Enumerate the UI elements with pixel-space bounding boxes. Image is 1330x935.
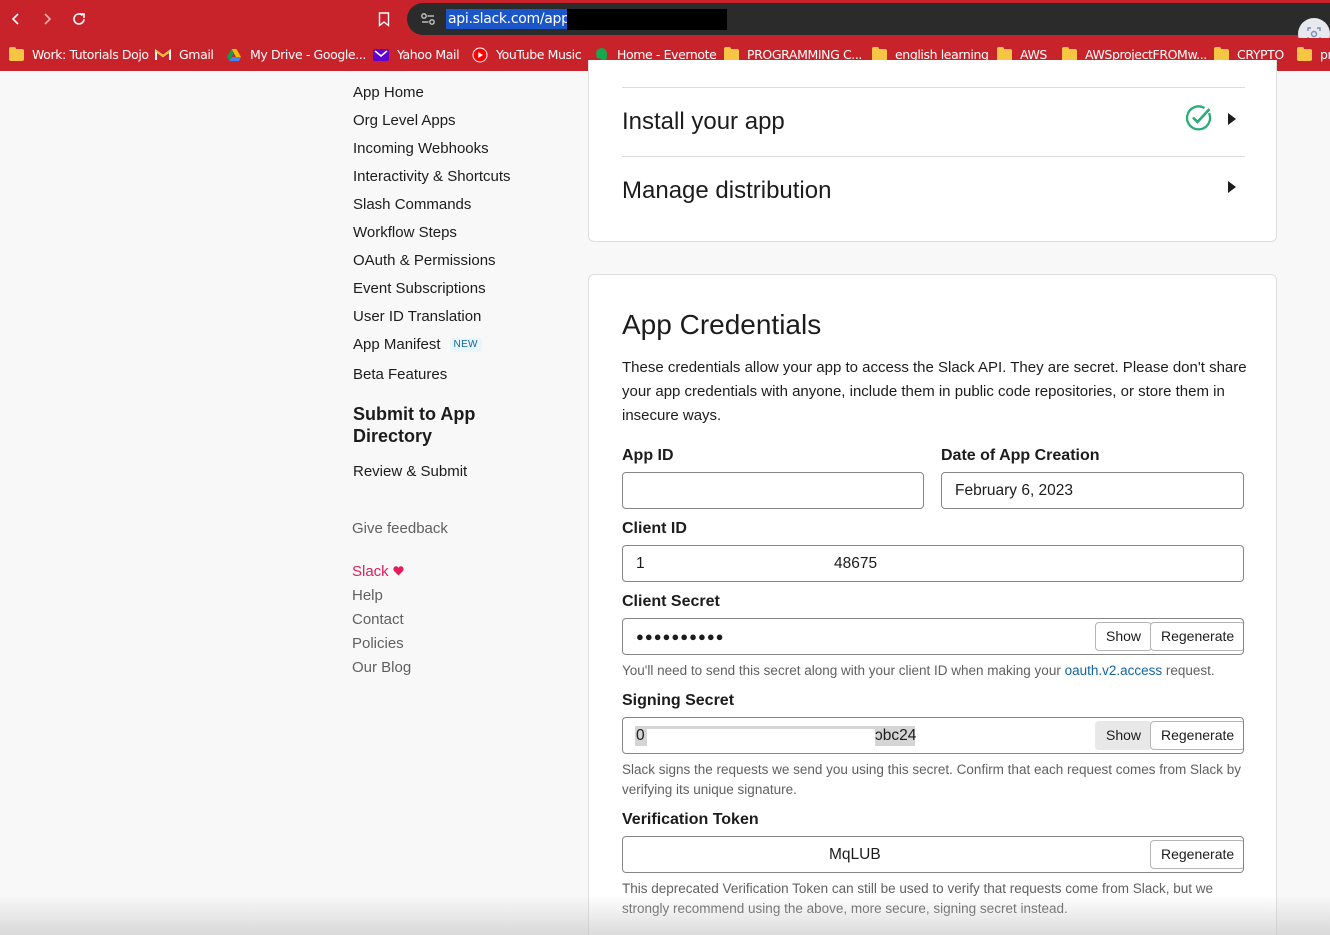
bookmark-item[interactable]: YouTube Music xyxy=(472,38,582,71)
submit-directory-heading: Submit to App Directory xyxy=(353,404,476,446)
sidebar-item-app-manifest[interactable]: App Manifest NEW xyxy=(353,336,482,354)
signing-secret-label: Signing Secret xyxy=(622,692,735,709)
verification-token-regenerate-button[interactable]: Regenerate xyxy=(1150,840,1243,869)
url-text[interactable]: api.slack.com/apps/ xyxy=(446,9,584,29)
app-credentials-description: These credentials allow your app to acce… xyxy=(622,359,1247,424)
new-badge: NEW xyxy=(449,338,482,352)
signing-secret-show-button[interactable]: Show xyxy=(1095,721,1153,750)
manage-distribution-title: Manage distribution xyxy=(622,177,832,204)
sidebar-item-label: App Manifest xyxy=(353,336,441,353)
bookmark-label: Work: Tutorials Dojo xyxy=(32,47,149,62)
date-created-field[interactable]: February 6, 2023 xyxy=(941,472,1244,509)
client-secret-regenerate-button[interactable]: Regenerate xyxy=(1150,622,1243,651)
verification-token-hint: This deprecated Verification Token can s… xyxy=(622,881,1214,916)
address-bar[interactable]: api.slack.com/apps/ xyxy=(407,3,1330,35)
caret-right-icon xyxy=(1228,113,1236,125)
give-feedback-link[interactable]: Give feedback xyxy=(352,520,448,538)
sidebar-item-oauth-permissions[interactable]: OAuth & Permissions xyxy=(353,252,496,270)
bookmark-item[interactable]: Gmail xyxy=(155,38,214,71)
slack-link-label: Slack xyxy=(352,563,389,580)
url-redaction xyxy=(567,9,727,30)
client-id-end: 48675 xyxy=(834,555,878,572)
heart-icon xyxy=(393,563,404,580)
hint-text: request. xyxy=(1162,663,1215,678)
bookmark-icon[interactable] xyxy=(374,9,394,29)
signing-secret-hint: Slack signs the requests we send you usi… xyxy=(622,762,1242,797)
bookmark-item[interactable]: Yahoo Mail xyxy=(373,38,460,71)
bookmark-label: My Drive - Google... xyxy=(250,47,366,62)
caret-right-icon xyxy=(1228,181,1236,193)
bookmark-label: pr xyxy=(1320,47,1330,62)
sidebar-item-user-id-translation[interactable]: User ID Translation xyxy=(353,308,481,326)
google-drive-icon xyxy=(226,47,242,63)
folder-icon xyxy=(8,46,24,63)
date-created-value: February 6, 2023 xyxy=(955,482,1074,499)
yahoo-mail-icon xyxy=(373,47,389,63)
contact-link[interactable]: Contact xyxy=(352,611,404,629)
signing-secret-field[interactable]: 0 ɔbc24 Show Regenerate xyxy=(622,717,1244,754)
app-credentials-title: App Credentials xyxy=(622,309,822,340)
back-icon[interactable] xyxy=(6,9,26,29)
bookmark-label: YouTube Music xyxy=(496,47,582,62)
sidebar-item-workflow-steps[interactable]: Workflow Steps xyxy=(353,224,457,242)
sidebar-item-app-home[interactable]: App Home xyxy=(353,84,424,102)
client-secret-hint: You'll need to send this secret along wi… xyxy=(622,661,1252,681)
bookmark-item[interactable]: My Drive - Google... xyxy=(226,38,366,71)
client-secret-value: ●●●●●●●●●● xyxy=(636,629,725,644)
help-link[interactable]: Help xyxy=(352,587,383,605)
folder-icon xyxy=(1296,46,1312,63)
sidebar-item-slash-commands[interactable]: Slash Commands xyxy=(353,196,471,214)
sidebar-item-incoming-webhooks[interactable]: Incoming Webhooks xyxy=(353,140,489,158)
policies-link[interactable]: Policies xyxy=(352,635,404,653)
client-id-label: Client ID xyxy=(622,520,687,537)
gmail-icon xyxy=(155,47,171,63)
site-info-icon[interactable] xyxy=(419,10,437,28)
blog-link[interactable]: Our Blog xyxy=(352,659,411,677)
check-circle-icon xyxy=(1185,105,1212,131)
sidebar-item-interactivity[interactable]: Interactivity & Shortcuts xyxy=(353,168,511,186)
signing-secret-regenerate-button[interactable]: Regenerate xyxy=(1150,721,1243,750)
hint-text: You'll need to send this secret along wi… xyxy=(622,663,1065,678)
slack-link[interactable]: Slack xyxy=(352,563,404,581)
forward-icon[interactable] xyxy=(37,9,57,29)
install-app-title: Install your app xyxy=(622,108,785,135)
date-created-label: Date of App Creation xyxy=(941,447,1100,464)
signing-secret-start: 0 xyxy=(636,727,645,744)
app-credentials-card: App Credentials These credentials allow … xyxy=(588,274,1277,935)
client-id-field[interactable]: 1 48675 xyxy=(622,545,1244,582)
oauth-access-link[interactable]: oauth.v2.access xyxy=(1065,663,1163,678)
youtube-music-icon xyxy=(472,47,488,63)
manage-distribution-row[interactable]: Manage distribution xyxy=(622,157,1245,226)
signing-secret-end: ɔbc24 xyxy=(875,727,917,744)
sidebar-item-review-submit[interactable]: Review & Submit xyxy=(353,463,467,481)
settings-steps-card: Install your app Manage distribution xyxy=(588,60,1277,242)
client-secret-field[interactable]: ●●●●●●●●●● Show Regenerate xyxy=(622,618,1244,655)
verification-token-field[interactable]: MqLUB Regenerate xyxy=(622,836,1244,873)
app-id-field[interactable] xyxy=(622,472,924,509)
reload-icon[interactable] xyxy=(69,9,89,29)
redaction-mask xyxy=(647,729,875,747)
sidebar-item-event-subscriptions[interactable]: Event Subscriptions xyxy=(353,280,486,298)
verification-token-label: Verification Token xyxy=(622,811,759,828)
bookmark-label: Gmail xyxy=(179,47,214,62)
sidebar-item-org-level-apps[interactable]: Org Level Apps xyxy=(353,112,456,130)
bookmark-label: Yahoo Mail xyxy=(397,47,460,62)
client-secret-show-button[interactable]: Show xyxy=(1095,622,1153,651)
sidebar-item-beta-features[interactable]: Beta Features xyxy=(353,366,447,384)
verification-token-end: MqLUB xyxy=(829,846,881,863)
bookmark-item[interactable]: Work: Tutorials Dojo xyxy=(8,38,149,71)
app-id-label: App ID xyxy=(622,447,674,464)
client-secret-label: Client Secret xyxy=(622,593,720,610)
client-id-start: 1 xyxy=(636,555,645,572)
bookmark-item[interactable]: pr xyxy=(1296,38,1330,71)
browser-toolbar: api.slack.com/apps/ xyxy=(0,0,1330,50)
install-app-row[interactable]: Install your app xyxy=(622,88,1245,157)
